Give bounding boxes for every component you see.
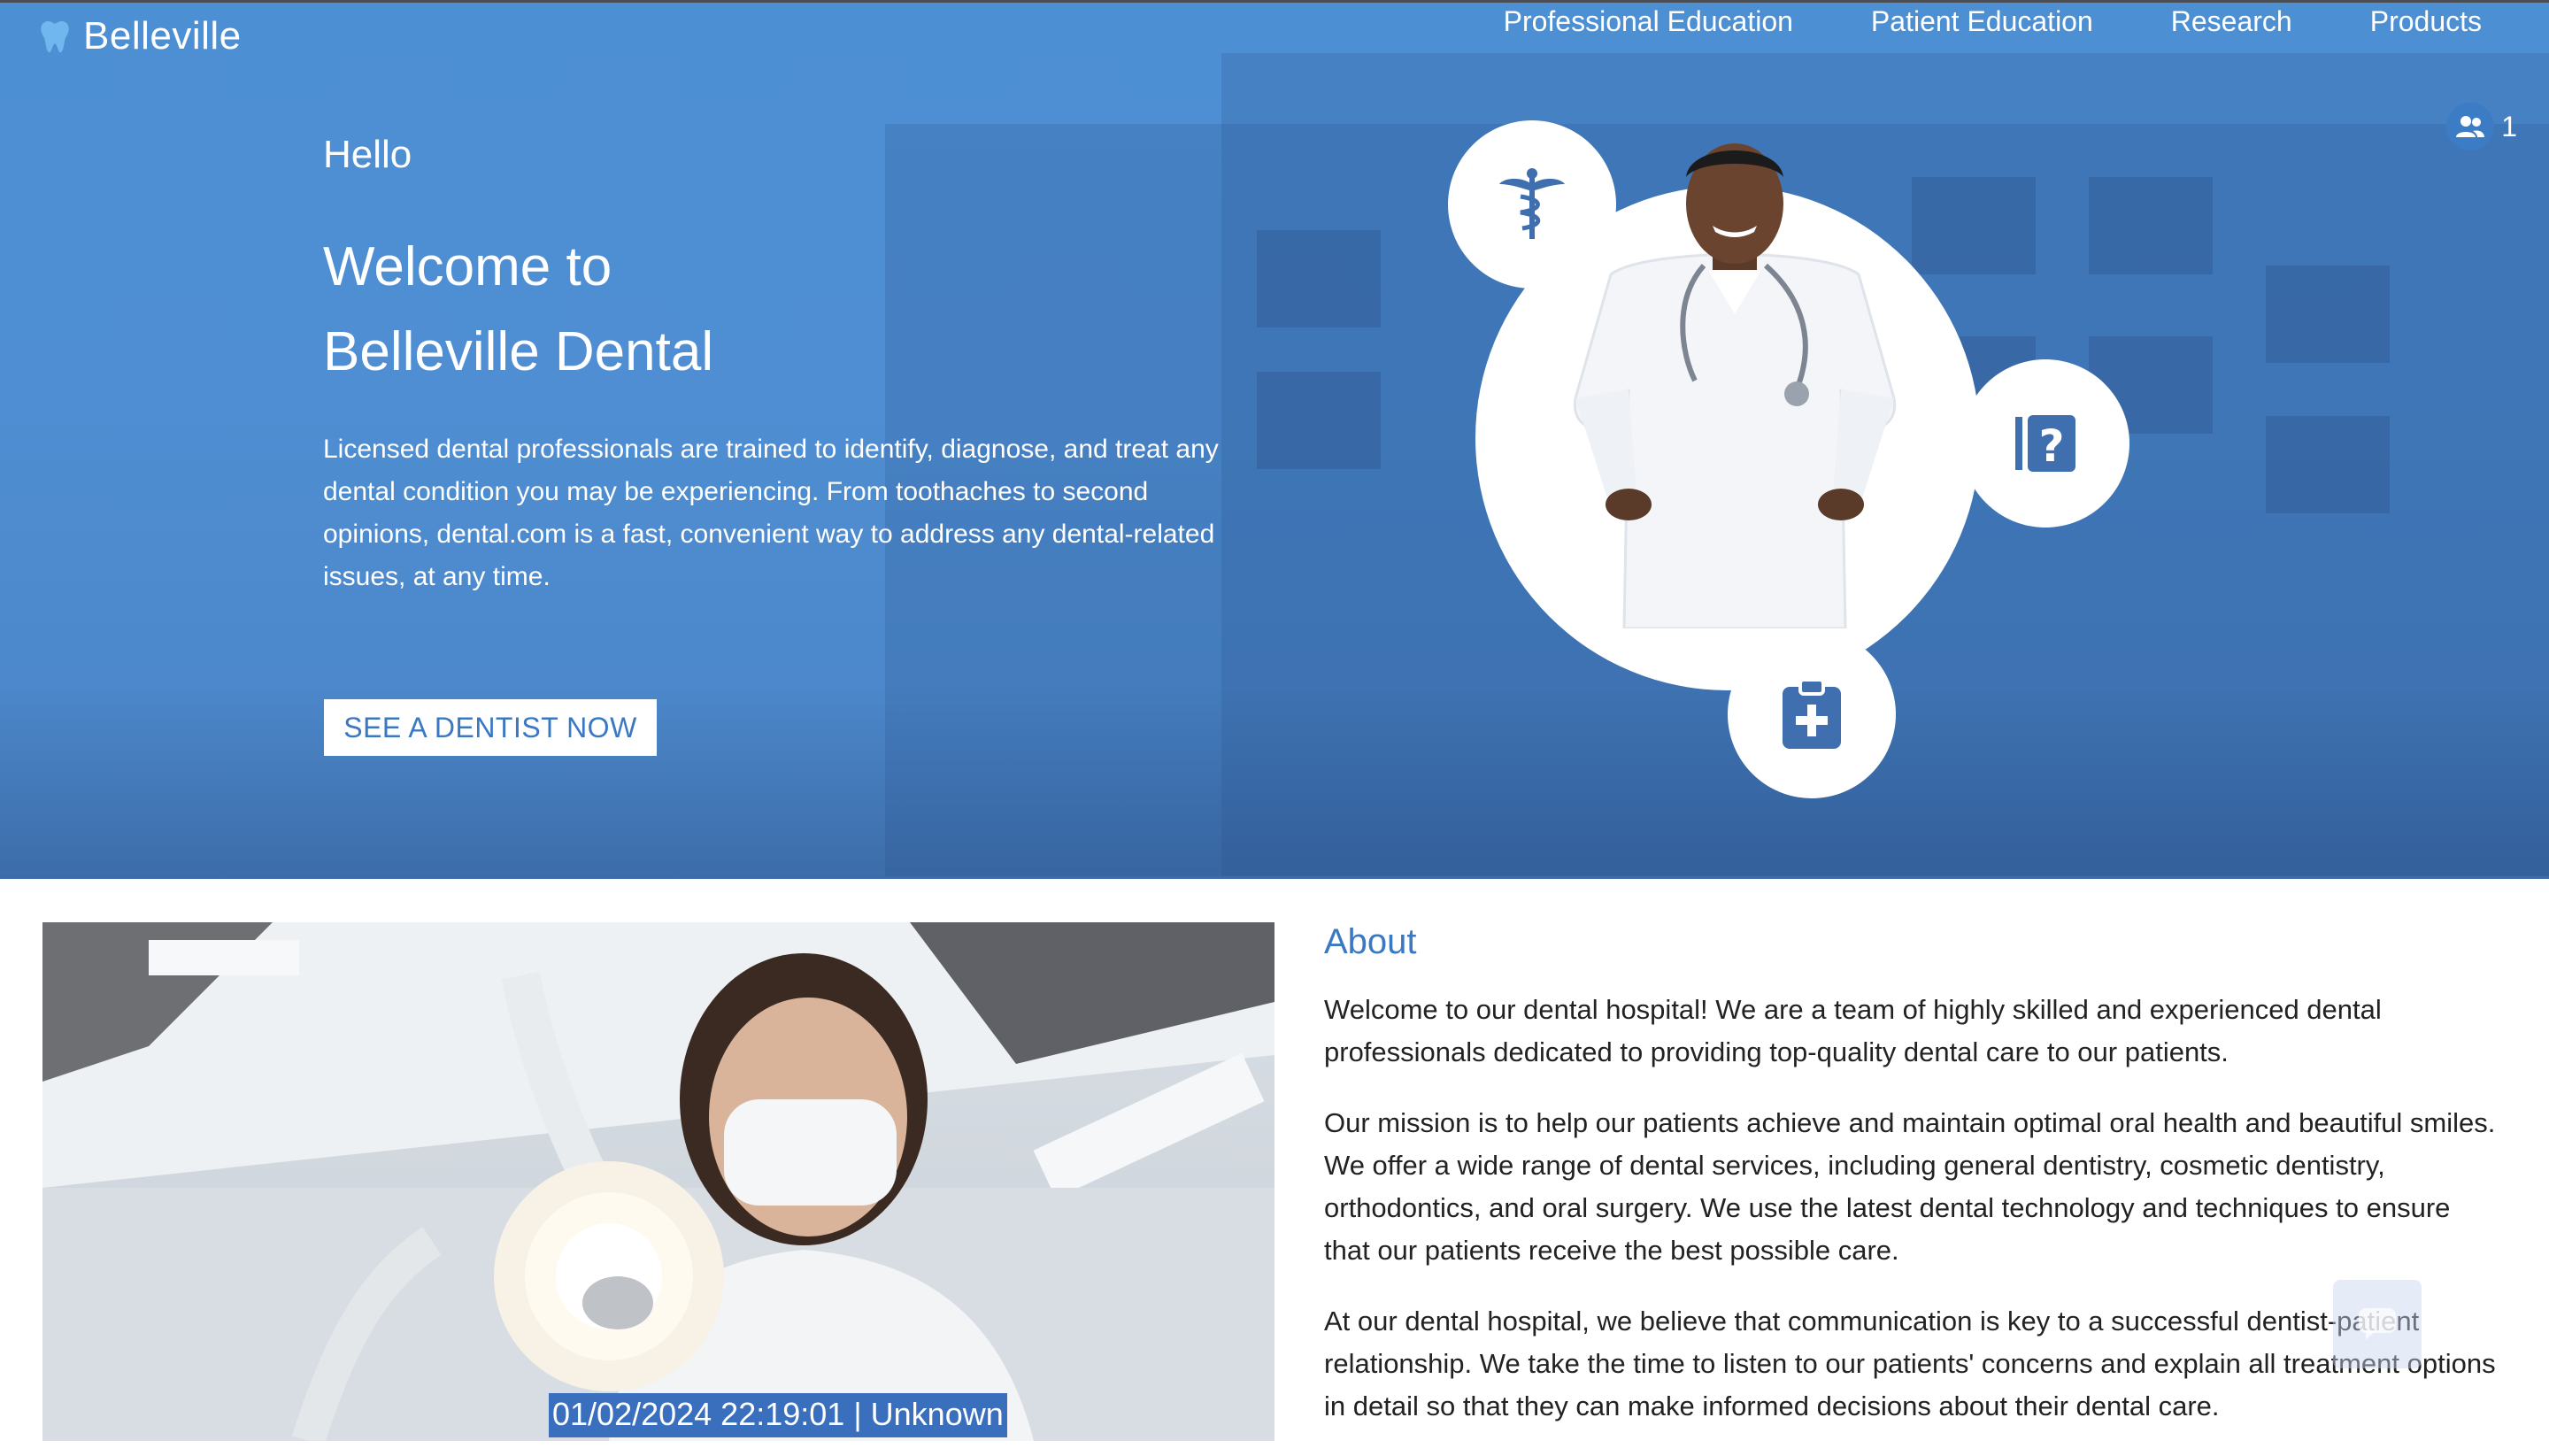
about-paragraph: Welcome to our dental hospital! We are a… — [1324, 994, 2382, 1067]
hero-text: Hello Welcome to Belleville Dental Licen… — [323, 133, 1297, 598]
dentist-photo-illustration — [42, 922, 1274, 1441]
hero-description: Licensed dental professionals are traine… — [323, 435, 1219, 591]
nav-products[interactable]: Products — [2370, 5, 2482, 38]
caduceus-circle[interactable] — [1448, 120, 1616, 289]
background-building — [2266, 416, 2390, 513]
clipboard-circle[interactable] — [1728, 630, 1896, 798]
online-users-count: 1 — [2501, 110, 2517, 143]
svg-text:?: ? — [2038, 420, 2064, 472]
dentist-photo — [42, 922, 1274, 1441]
hero-greeting: Hello — [323, 133, 412, 176]
medical-clipboard-icon — [1783, 678, 1841, 749]
users-icon — [2456, 116, 2485, 137]
hero-title-line1: Welcome to — [323, 236, 612, 297]
hero-title: Welcome to Belleville Dental — [323, 225, 1297, 395]
hero-section: Belleville Professional Education Patien… — [0, 0, 2549, 879]
question-clipboard-icon: ? — [2015, 415, 2075, 472]
photo-timestamp-caption: 01/02/2024 22:19:01 | Unknown — [549, 1393, 1007, 1437]
about-heading: About — [1324, 922, 1417, 961]
main-nav: Professional Education Patient Education… — [1504, 5, 2482, 38]
floating-action-button[interactable] — [2333, 1280, 2422, 1368]
chat-icon — [2359, 1308, 2396, 1340]
hero-title-line2: Belleville Dental — [323, 321, 714, 382]
brand[interactable]: Belleville — [35, 14, 242, 58]
question-circle[interactable]: ? — [1961, 359, 2129, 528]
online-users-badge[interactable]: 1 — [2446, 103, 2517, 150]
about-paragraph: Our mission is to help our patients achi… — [1324, 1107, 2496, 1266]
background-building — [2266, 266, 2390, 363]
top-border — [0, 0, 2549, 3]
brand-name: Belleville — [83, 14, 242, 58]
nav-professional-education[interactable]: Professional Education — [1504, 5, 1793, 38]
tooth-icon — [41, 20, 69, 53]
nav-research[interactable]: Research — [2171, 5, 2292, 38]
background-building — [2089, 177, 2213, 274]
caduceus-icon — [1499, 168, 1565, 239]
about-section: About Welcome to our dental hospital! We… — [1324, 922, 2501, 1456]
nav-patient-education[interactable]: Patient Education — [1871, 5, 2093, 38]
users-icon-wrapper — [2446, 103, 2495, 150]
about-paragraph: At our dental hospital, we believe that … — [1324, 1306, 2496, 1421]
see-dentist-button[interactable]: SEE A DENTIST NOW — [324, 699, 657, 756]
